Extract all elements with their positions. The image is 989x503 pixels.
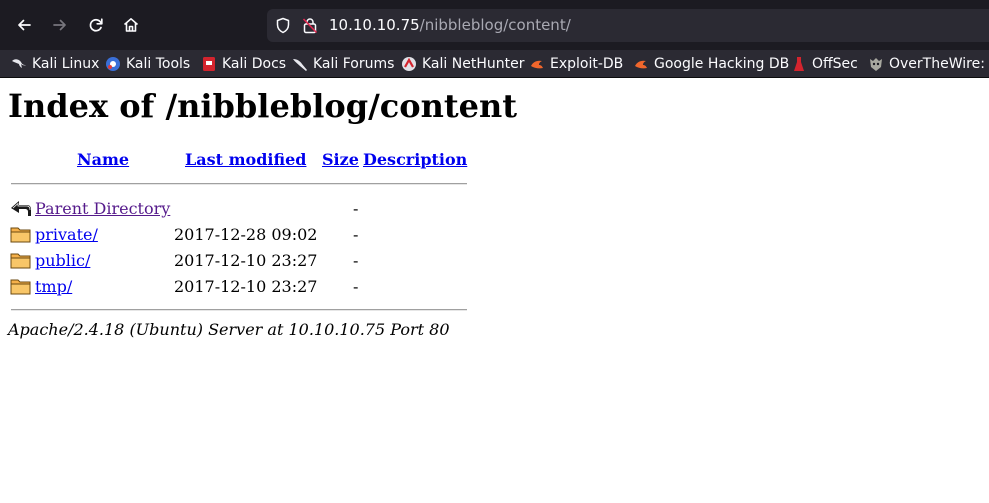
url-bar[interactable]: 10.10.10.75/nibbleblog/content/ [267,9,989,42]
bookmark-overthewire[interactable]: OverTheWire: W [868,54,989,73]
bookmark-label: Kali Linux [32,55,100,72]
size: - [353,251,359,270]
bookmark-kali-forums[interactable]: Kali Forums [292,54,394,73]
url-text[interactable]: 10.10.10.75/nibbleblog/content/ [329,16,571,35]
bookmark-kali-docs[interactable]: Kali Docs [201,54,286,73]
home-button[interactable] [118,12,144,38]
folder-icon [10,227,31,243]
tracking-protection-icon[interactable] [275,17,291,34]
bookmark-kali-nethunter[interactable]: Kali NetHunter [401,54,524,73]
insecure-lock-icon[interactable] [302,17,318,34]
back-arrow-nav-icon [18,19,31,31]
size: - [353,277,359,296]
bookmark-label: OffSec [812,55,858,72]
url-path: /nibbleblog/content/ [419,16,571,34]
forward-arrow-icon [53,19,66,31]
sort-by-name-link[interactable]: Name [77,150,129,170]
bookmark-label: Kali Forums [313,55,395,72]
last-modified: 2017-12-10 23:27 [174,251,318,270]
back-arrow-icon [11,201,31,216]
bookmark-label: OverTheWire: W [889,55,989,72]
home-icon [123,18,139,32]
sort-by-size-link[interactable]: Size [322,150,359,170]
kali-linux-icon [12,58,26,68]
directory-link[interactable]: tmp/ [35,277,72,297]
kali-tools-icon [106,56,120,71]
table-row: public/ 2017-12-10 23:27 - [10,250,467,272]
parent-directory-link[interactable]: Parent Directory [35,199,170,219]
kali-docs-icon [203,56,215,71]
google-hacking-db-icon [635,60,647,68]
bookmark-label: Kali Tools [126,55,191,72]
bookmark-label: Kali Docs [222,55,287,72]
bookmark-exploit-db[interactable]: Exploit-DB [529,54,623,73]
top-divider [11,183,467,185]
kali-nethunter-icon [402,56,416,71]
bookmark-kali-tools[interactable]: Kali Tools [105,54,190,73]
directory-link[interactable]: private/ [35,225,98,245]
bookmark-label: Google Hacking DB [654,55,790,72]
bottom-divider [11,309,467,311]
offsec-icon [794,56,804,71]
bookmark-offsec[interactable]: OffSec [791,54,858,73]
browser-toolbar: 10.10.10.75/nibbleblog/content/ [0,0,989,50]
back-button[interactable] [11,12,37,38]
folder-icon [10,253,31,269]
kali-forums-icon [293,58,307,71]
table-row: Parent Directory - [10,198,467,220]
forward-button[interactable] [47,12,73,38]
page-title: Index of /nibbleblog/content [8,87,518,125]
server-signature: Apache/2.4.18 (Ubuntu) Server at 10.10.1… [8,320,450,339]
bookmarks-toolbar: Kali Linux Kali Tools Kali Docs Kali For… [0,50,989,78]
bookmark-label: Exploit-DB [550,55,624,72]
sort-by-description-link[interactable]: Description [363,150,467,170]
sort-by-last-modified-link[interactable]: Last modified [185,150,306,170]
bookmark-google-hacking-db[interactable]: Google Hacking DB [633,54,789,73]
overthewire-icon [870,57,882,71]
table-row: tmp/ 2017-12-10 23:27 - [10,276,467,298]
reload-icon [89,18,103,32]
folder-icon [10,279,31,295]
url-host: 10.10.10.75 [329,16,420,34]
table-row: private/ 2017-12-28 09:02 - [10,224,467,246]
last-modified: 2017-12-28 09:02 [174,225,318,244]
bookmark-kali-linux[interactable]: Kali Linux [11,54,99,73]
size: - [353,225,359,244]
last-modified: 2017-12-10 23:27 [174,277,318,296]
bookmark-label: Kali NetHunter [422,55,525,72]
reload-button[interactable] [83,12,109,38]
size: - [353,199,359,218]
directory-link[interactable]: public/ [35,251,90,271]
exploit-db-icon [531,60,543,68]
